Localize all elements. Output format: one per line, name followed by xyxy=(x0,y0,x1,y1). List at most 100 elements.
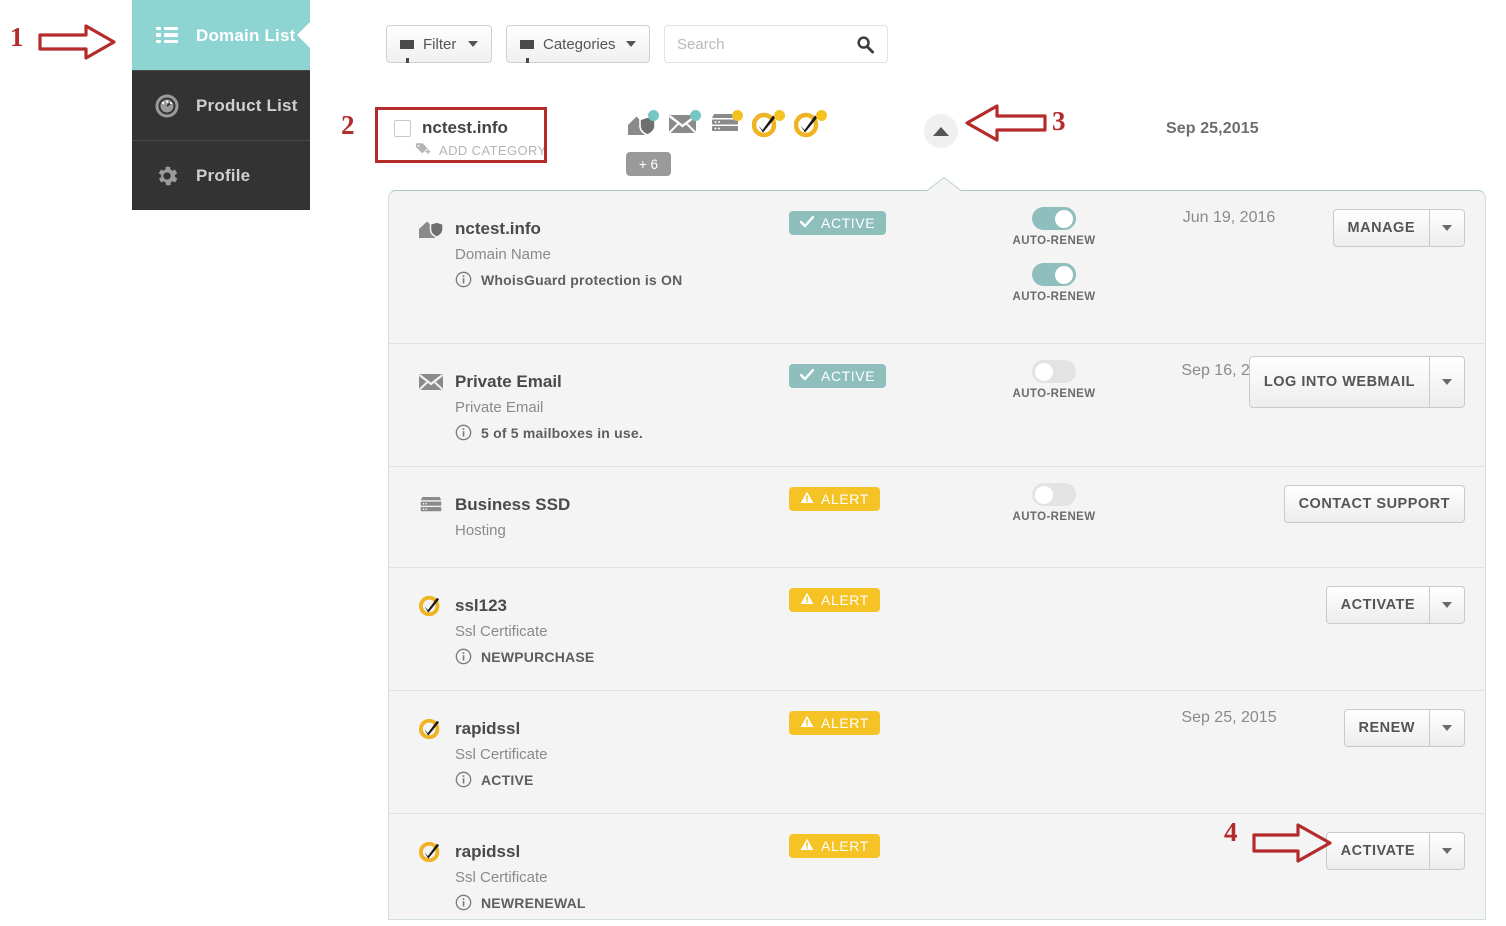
warning-icon xyxy=(800,715,814,731)
annotation-arrow-4 xyxy=(1252,823,1332,863)
manage-button[interactable]: MANAGE xyxy=(1332,209,1430,247)
status-dot xyxy=(690,110,701,121)
envelope-icon[interactable] xyxy=(668,110,701,140)
activate-button[interactable]: ACTIVATE xyxy=(1325,832,1430,870)
status-dot xyxy=(648,110,659,121)
auto-renew-control[interactable]: AUTO-RENEW xyxy=(989,207,1119,247)
status-badge-label: ALERT xyxy=(821,715,869,731)
chevron-down-icon xyxy=(1442,225,1452,231)
chevron-down-icon xyxy=(1442,848,1452,854)
table-row[interactable]: Private Email Private Email 5 of 5 mailb… xyxy=(389,344,1485,467)
renew-button[interactable]: RENEW xyxy=(1343,709,1430,747)
product-title: Private Email xyxy=(455,372,562,391)
contact-support-button[interactable]: CONTACT SUPPORT xyxy=(1283,485,1465,523)
action-dropdown-button[interactable] xyxy=(1430,586,1465,624)
more-services-badge[interactable]: + 6 xyxy=(626,152,671,176)
search-icon[interactable] xyxy=(856,35,875,54)
auto-renew-control[interactable]: AUTO-RENEW xyxy=(989,483,1119,523)
warning-icon xyxy=(800,592,814,608)
row-action: MANAGE xyxy=(1332,209,1465,247)
server-icon[interactable] xyxy=(710,110,743,140)
collapse-row-button[interactable] xyxy=(924,114,958,148)
chevron-up-icon xyxy=(933,126,949,136)
funnel-icon xyxy=(520,39,534,63)
auto-renew-label: AUTO-RENEW xyxy=(1012,511,1096,523)
annotation-number-3: 3 xyxy=(1052,106,1066,136)
auto-renew-control[interactable]: AUTO-RENEW xyxy=(989,263,1119,303)
categories-button-label: Categories xyxy=(543,35,616,53)
product-info: Business SSD Hosting xyxy=(418,493,788,539)
sidebar-item-domain-list[interactable]: Domain List xyxy=(132,0,310,70)
status-badge: ALERT xyxy=(789,711,880,735)
table-row[interactable]: Business SSD Hosting ALERT AUTO-RENEW CO… xyxy=(389,467,1485,568)
info-icon xyxy=(455,771,472,788)
info-icon xyxy=(455,271,472,288)
product-subtitle: Hosting xyxy=(455,522,506,539)
auto-renew-toggle[interactable] xyxy=(1032,263,1076,286)
product-info: Private Email Private Email 5 of 5 mailb… xyxy=(418,370,788,441)
activate-button[interactable]: ACTIVATE xyxy=(1325,586,1430,624)
sidebar-item-label: Profile xyxy=(196,166,251,185)
table-row[interactable]: rapidssl Ssl Certificate ACTIVE ALERT Se… xyxy=(389,691,1485,814)
auto-renew-toggle[interactable] xyxy=(1032,360,1076,383)
log-into-webmail-button[interactable]: LOG INTO WEBMAIL xyxy=(1248,356,1430,408)
filter-button[interactable]: Filter xyxy=(386,25,492,63)
sidebar-item-product-list[interactable]: Product List xyxy=(132,70,310,140)
row-action: ACTIVATE xyxy=(1325,832,1465,870)
server-icon xyxy=(418,493,444,517)
product-note: WhoisGuard protection is ON xyxy=(455,271,788,288)
status-dot xyxy=(774,110,785,121)
status-badge: ACTIVE xyxy=(789,211,887,235)
product-date: Sep 25, 2015 xyxy=(1181,709,1277,726)
info-icon xyxy=(455,894,472,911)
search-input[interactable] xyxy=(665,26,887,62)
domain-shield-icon[interactable] xyxy=(626,110,659,140)
chevron-down-icon xyxy=(1442,602,1452,608)
ssl-seal-icon xyxy=(418,594,444,618)
products-panel: nctest.info Domain Name WhoisGuard prote… xyxy=(388,178,1486,920)
domain-expiry-date: Sep 25,2015 xyxy=(1166,120,1259,137)
status-badge-label: ALERT xyxy=(821,838,869,854)
auto-renew-label: AUTO-RENEW xyxy=(1012,388,1096,400)
product-title: Business SSD xyxy=(455,495,571,514)
sidebar-item-profile[interactable]: Profile xyxy=(132,140,310,210)
filter-button-label: Filter xyxy=(423,35,457,53)
product-info: nctest.info Domain Name WhoisGuard prote… xyxy=(418,217,788,288)
envelope-icon xyxy=(418,370,444,394)
auto-renew-toggle[interactable] xyxy=(1032,483,1076,506)
toolbar: Filter Categories xyxy=(386,25,888,63)
product-date: Jun 19, 2016 xyxy=(1182,209,1276,226)
product-title: nctest.info xyxy=(455,219,541,238)
warning-icon xyxy=(800,491,814,507)
panel-notch xyxy=(927,178,961,191)
product-subtitle: Private Email xyxy=(455,399,544,416)
ssl-seal-icon[interactable] xyxy=(751,110,785,140)
annotation-number-1: 1 xyxy=(10,22,24,52)
status-dot xyxy=(732,110,743,121)
product-note-label: 5 of 5 mailboxes in use. xyxy=(481,424,643,441)
search-box[interactable] xyxy=(664,25,888,63)
status-dot xyxy=(816,110,827,121)
table-row[interactable]: nctest.info Domain Name WhoisGuard prote… xyxy=(389,191,1485,344)
product-title: ssl123 xyxy=(455,596,507,615)
categories-button[interactable]: Categories xyxy=(506,25,650,63)
ssl-seal-icon[interactable] xyxy=(793,110,827,140)
screenshot-root: Domain List Product List Profile Filter … xyxy=(0,0,1506,926)
product-note-label: WhoisGuard protection is ON xyxy=(481,271,683,288)
chevron-down-icon xyxy=(1442,725,1452,731)
auto-renew-toggle[interactable] xyxy=(1032,207,1076,230)
auto-renew-label: AUTO-RENEW xyxy=(1012,235,1096,247)
auto-renew-control[interactable]: AUTO-RENEW xyxy=(989,360,1119,400)
action-dropdown-button[interactable] xyxy=(1430,709,1465,747)
product-subtitle: Ssl Certificate xyxy=(455,623,548,640)
action-dropdown-button[interactable] xyxy=(1430,356,1465,408)
table-row[interactable]: ssl123 Ssl Certificate NEWPURCHASE ALERT xyxy=(389,568,1485,691)
action-dropdown-button[interactable] xyxy=(1430,209,1465,247)
product-info: rapidssl Ssl Certificate NEWRENEWAL xyxy=(418,840,788,911)
domain-shield-icon xyxy=(418,217,444,241)
product-note: NEWRENEWAL xyxy=(455,894,788,911)
gear-icon xyxy=(152,163,182,189)
status-badge-label: ALERT xyxy=(821,491,869,507)
action-dropdown-button[interactable] xyxy=(1430,832,1465,870)
status-badge: ALERT xyxy=(789,834,880,858)
